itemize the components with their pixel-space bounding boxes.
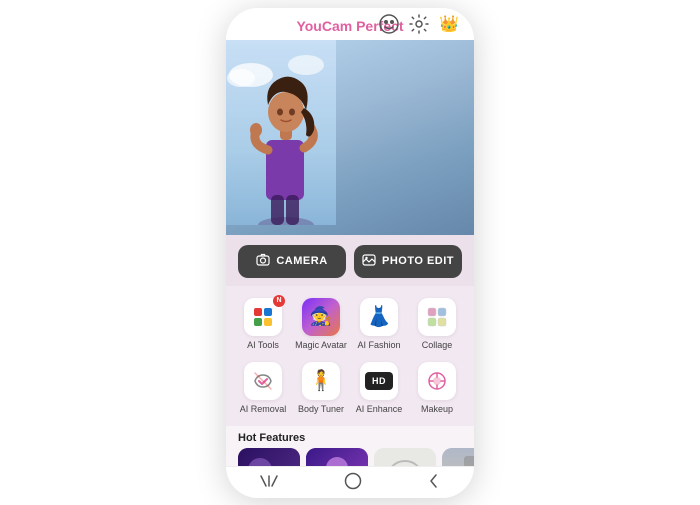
crown-icon[interactable]: 👑 [438, 13, 460, 35]
settings-icon[interactable] [408, 13, 430, 35]
collage-icon-wrap [418, 298, 456, 336]
home-nav-icon[interactable] [344, 472, 362, 493]
tool-ai-enhance[interactable]: HD AI Enhance [350, 356, 408, 420]
hot-features-scroll [226, 448, 474, 466]
action-row: CAMERA PHOTO EDIT [226, 235, 474, 286]
collage-label: Collage [422, 340, 453, 350]
tool-ai-removal[interactable]: AI Removal [234, 356, 292, 420]
photo-edit-button[interactable]: PHOTO EDIT [354, 245, 462, 278]
ai-enhance-label: AI Enhance [356, 404, 403, 414]
tool-makeup[interactable]: Makeup [408, 356, 466, 420]
ai-tools-label: AI Tools [247, 340, 279, 350]
hot-features-label: Hot Features [226, 426, 474, 448]
back-nav-icon[interactable] [427, 472, 441, 493]
outer-frame: YouCam Perfect [0, 0, 700, 505]
magic-avatar-label: Magic Avatar [295, 340, 347, 350]
main-content: CAMERA PHOTO EDIT [226, 235, 474, 466]
magic-avatar-icon-wrap: 🧙 [302, 298, 340, 336]
hot-feature-4[interactable] [442, 448, 474, 466]
hot-feature-3[interactable] [374, 448, 436, 466]
tool-collage[interactable]: Collage [408, 292, 466, 356]
camera-label: CAMERA [276, 255, 327, 267]
title-youcam: YouCam [296, 18, 352, 34]
top-icons: 👑 [378, 13, 460, 35]
ai-fashion-icon-wrap: 👗 [360, 298, 398, 336]
menu-nav-icon[interactable] [259, 474, 279, 491]
body-tuner-label: Body Tuner [298, 404, 344, 414]
bottom-nav [226, 466, 474, 498]
phone-container: YouCam Perfect [226, 8, 474, 498]
ai-removal-label: AI Removal [240, 404, 287, 414]
effects-icon[interactable] [378, 13, 400, 35]
photo-edit-label: PHOTO EDIT [382, 255, 454, 267]
new-badge: N [273, 295, 285, 307]
hot-feature-2[interactable] [306, 448, 368, 466]
top-bar: YouCam Perfect [226, 8, 474, 40]
ai-removal-icon-wrap [244, 362, 282, 400]
person-figure [226, 40, 336, 225]
tool-body-tuner[interactable]: 🧍 Body Tuner [292, 356, 350, 420]
camera-icon [256, 253, 270, 270]
hot-feature-1[interactable] [238, 448, 300, 466]
magic-avatar-bg: 🧙 [302, 298, 340, 336]
tool-magic-avatar[interactable]: 🧙 Magic Avatar [292, 292, 350, 356]
hero-area [226, 40, 474, 235]
ai-tools-icon-wrap: N [244, 298, 282, 336]
tool-ai-tools[interactable]: N AI Tools [234, 292, 292, 356]
body-tuner-icon-wrap: 🧍 [302, 362, 340, 400]
tools-grid: N AI Tools 🧙 Magic Avatar 👗 [226, 286, 474, 426]
ai-fashion-label: AI Fashion [357, 340, 400, 350]
camera-button[interactable]: CAMERA [238, 245, 346, 278]
makeup-icon-wrap [418, 362, 456, 400]
makeup-label: Makeup [421, 404, 453, 414]
tool-ai-fashion[interactable]: 👗 AI Fashion [350, 292, 408, 356]
photo-edit-icon [362, 253, 376, 270]
ai-enhance-icon-wrap: HD [360, 362, 398, 400]
